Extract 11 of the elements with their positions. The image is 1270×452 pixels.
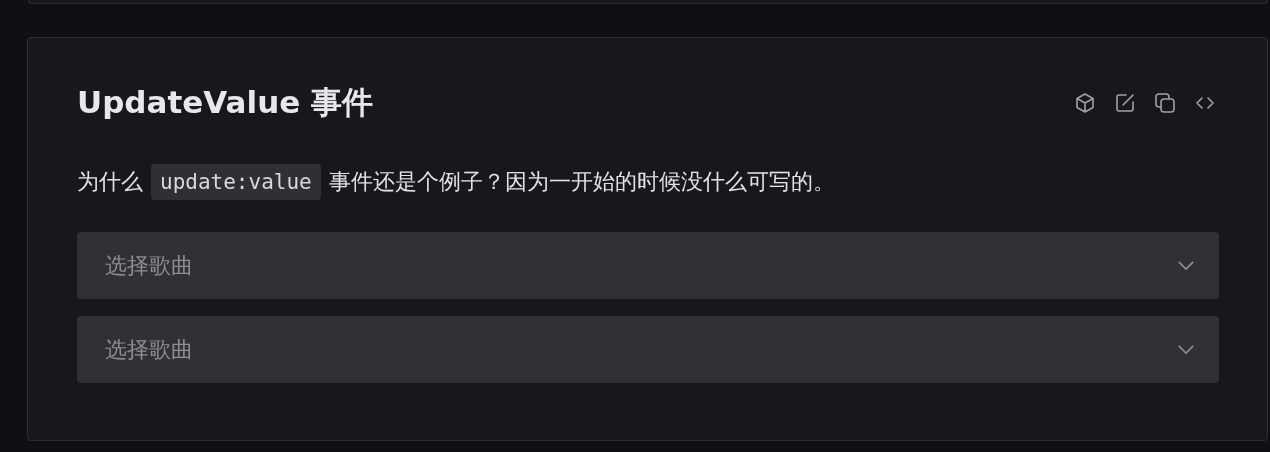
description-text: 事件还是个例子？因为一开始的时候没什么可写的。 — [328, 168, 835, 196]
chevron-down-icon — [1177, 344, 1195, 355]
cube-icon[interactable] — [1073, 91, 1097, 115]
select-field[interactable]: 选择歌曲 — [77, 316, 1219, 383]
select-field[interactable]: 选择歌曲 — [77, 232, 1219, 299]
inline-code: update:value — [151, 164, 321, 200]
edit-icon[interactable] — [1113, 91, 1137, 115]
card-title: UpdateValue 事件 — [77, 83, 374, 122]
copy-icon[interactable] — [1153, 91, 1177, 115]
description-text: 为什么 — [77, 168, 143, 196]
chevron-down-icon — [1177, 260, 1195, 271]
